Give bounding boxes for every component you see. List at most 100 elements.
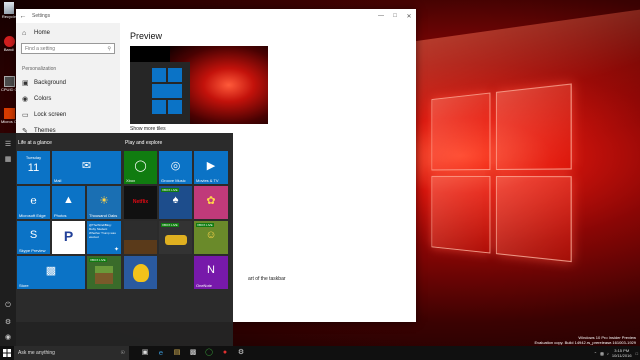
desktop-icon-office[interactable]: Micros Office [1,108,17,124]
windows-start-icon [3,349,11,357]
xbox-icon: ◯ [134,160,147,172]
nav-home[interactable]: ⌂ Home [16,25,120,41]
pandora-icon: P [63,228,74,244]
bird-icon [133,264,149,282]
tile-edge[interactable]: e Microsoft Edge [17,186,50,219]
preview-start-menu [130,62,190,124]
nav-item-colors[interactable]: ◉ Colors [16,91,120,107]
clock[interactable]: 3:15 PM 10/11/2016 [612,348,632,358]
tile-duolingo[interactable] [124,256,157,289]
news-icon [124,240,157,254]
build-watermark: Windows 10 Pro Insider Preview Evaluatio… [534,335,636,345]
partial-setting-text: art of the taskbar [248,276,286,282]
close-icon[interactable]: ✕ [402,13,416,20]
tile-asphalt[interactable]: XBOX LIVE [159,221,192,254]
tile-farm-heroes[interactable]: XBOX LIVE ☺ [194,221,228,254]
onenote-icon: N [207,264,215,276]
movies-icon: ▶ [206,160,216,172]
task-view-icon[interactable]: ▣ [137,346,153,360]
tile-photos[interactable]: ▲ Photos [52,186,85,219]
racing-icon [165,235,187,245]
tile-calendar[interactable]: Tuesday 11 [17,151,50,184]
office-icon [3,108,15,119]
desktop-icon-bandi[interactable]: Bandi [1,36,17,52]
netflix-icon: Netflix [132,199,149,205]
maximize-icon[interactable]: □ [388,13,402,19]
network-icon[interactable]: ▩ [600,351,604,356]
cpuz-icon [3,76,15,87]
twitter-icon: ✦ [113,247,119,253]
volume-icon[interactable]: ♪ [607,351,609,356]
tile-groove[interactable]: ◎ Groove Music [159,151,192,184]
start-button[interactable] [0,346,14,360]
home-icon: ⌂ [22,29,27,37]
tile-store[interactable]: ▩ Store [17,256,85,289]
tile-onenote[interactable]: N OneNote [194,256,228,289]
power-icon[interactable]: ⏻ [3,301,13,311]
start-menu: ☰ ▦ ⏻ ⚙ ◉ Life at a glance Play and expl… [0,133,233,346]
picture-icon: ▣ [22,80,29,87]
page-title: Preview [130,31,163,41]
group-title-life: Life at a glance [18,140,52,146]
show-more-tiles-label[interactable]: Show more tiles [130,126,416,132]
store-icon[interactable]: ▩ [185,346,201,360]
candy-icon: ✿ [206,195,216,207]
settings-search-input[interactable]: Find a setting ⚲ [21,43,115,54]
xbox-icon[interactable]: ◯ [201,346,217,360]
folder-icon[interactable]: ▤ [169,346,185,360]
store-icon: ▩ [45,265,57,277]
cortana-search-box[interactable]: Ask me anything ☉ [14,346,129,360]
search-icon: ⚲ [107,45,111,52]
minimize-icon[interactable]: — [374,13,388,19]
window-title: Settings [32,13,51,19]
app-icon[interactable]: ● [217,346,233,360]
tile-news[interactable] [124,221,157,254]
group-title-play: Play and explore [125,140,163,146]
weather-icon: ☀ [99,195,109,207]
solitaire-icon: ♠ [172,194,179,206]
monitor-icon: ▭ [22,112,29,119]
section-title: Personalization [22,66,57,72]
minecraft-icon [95,266,113,284]
settings-gear-icon[interactable]: ⚙ [233,346,249,360]
back-arrow-icon[interactable]: ← [16,13,30,20]
preview-image [130,46,268,124]
tile-solitaire[interactable]: XBOX LIVE ♠ [159,186,192,219]
taskbar-pinned-apps: ▣ e ▤ ▩ ◯ ● ⚙ [137,346,249,360]
skype-icon: S [29,229,38,241]
tile-candy-crush[interactable]: ✿ [194,186,228,219]
photos-icon: ▲ [63,194,74,206]
palette-icon: ◉ [22,96,29,103]
hamburger-icon[interactable]: ☰ [3,140,13,150]
tile-netflix[interactable]: Netflix [124,186,157,219]
tile-xbox[interactable]: ◯ Xbox [124,151,157,184]
system-tray: ⌃ ▩ ♪ 3:15 PM 10/11/2016 □ [594,346,638,360]
start-left-strip: ☰ ▦ ⏻ ⚙ ◉ [0,133,16,346]
edge-icon: e [30,194,37,207]
microphone-icon: ☉ [120,350,125,356]
notification-icon[interactable]: □ [636,351,638,356]
tile-weather[interactable]: ☀ Thousand Oaks [87,186,121,219]
tile-skype[interactable]: S Skype Preview [17,221,50,254]
nav-item-background[interactable]: ▣ Background [16,75,120,91]
tile-pandora[interactable]: P [52,221,85,254]
desktop-icon-cpuid[interactable]: CPUID C [1,76,17,92]
mail-icon: ✉ [81,160,92,172]
game-icon: ☺ [205,229,217,241]
user-icon[interactable]: ◉ [3,333,13,343]
title-bar: ← Settings — □ ✕ [16,9,416,23]
windows-logo [431,83,572,266]
groove-icon: ◎ [170,160,181,172]
app-icon [3,36,15,47]
tile-minecraft[interactable]: XBOX LIVE [87,256,121,289]
nav-item-lock-screen[interactable]: ▭ Lock screen [16,107,120,123]
tile-twitter[interactable]: @TheWindiBlog: Ruby Student Whether Trum… [87,221,121,254]
edge-icon[interactable]: e [153,346,169,360]
desktop-icon-recycle-bin[interactable]: Recycle [1,2,17,19]
recycle-bin-icon [4,2,14,14]
tiles-icon[interactable]: ▦ [3,155,13,165]
tile-movies[interactable]: ▶ Movies & TV [194,151,228,184]
tile-mail[interactable]: ✉ Mail [52,151,121,184]
gear-icon[interactable]: ⚙ [3,318,13,328]
chevron-up-icon[interactable]: ⌃ [594,351,597,356]
